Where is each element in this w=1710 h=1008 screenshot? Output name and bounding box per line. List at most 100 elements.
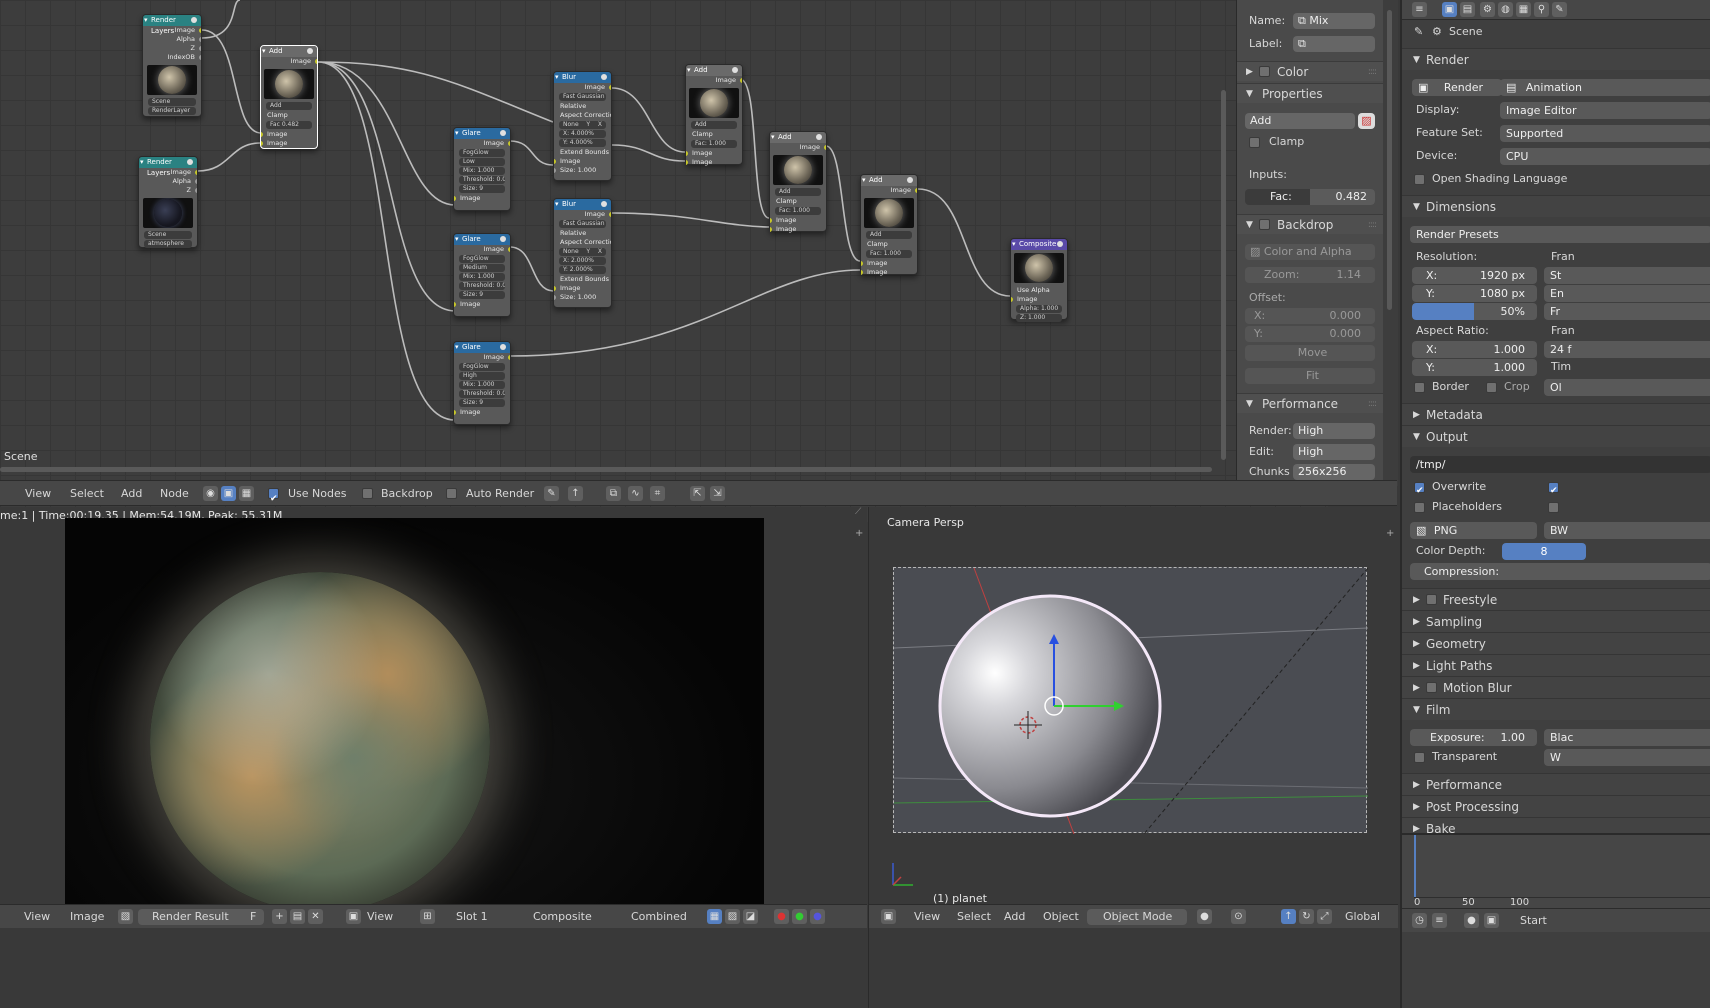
socket-input-image[interactable]: Image [554,284,611,293]
manipulator-rotate-icon[interactable]: ↻ [1299,909,1314,924]
light-paths-panel-header[interactable]: ▶ Light Paths [1402,654,1710,676]
offset-x-field[interactable]: X: 0.000 [1245,308,1375,324]
3d-viewport[interactable]: Camera Persp (1) planet ▣ View Select Ad… [868,507,1398,1008]
socket-image[interactable]: Image [143,26,201,35]
image-name-field[interactable]: Render Result [138,909,264,925]
sampling-panel-header[interactable]: ▶ Sampling [1402,610,1710,632]
feature-set-dropdown[interactable]: Supported [1500,125,1710,142]
osl-checkbox[interactable] [1414,174,1425,185]
glare-node[interactable]: Glare Image FogGlow Medium Mix: 1.000 Th… [453,233,511,317]
render-quality-dropdown[interactable]: High [1293,423,1375,439]
horizontal-scrollbar[interactable] [0,466,1215,474]
constraints-context-icon[interactable]: ⚲ [1534,2,1549,17]
device-dropdown[interactable]: CPU [1500,148,1710,165]
parent-node-tree-icon[interactable]: ↑ [568,486,583,501]
blend-mode-select[interactable]: Add [691,121,737,129]
color-mode-bw-button[interactable]: BW [1544,522,1710,539]
copy-icon[interactable]: ⧉ [606,486,621,501]
aspect-y[interactable]: Y [586,121,590,129]
blend-mode-select[interactable]: Add [266,102,312,110]
fit-button[interactable]: Fit [1245,368,1375,384]
socket-input-image[interactable]: Image [770,225,826,234]
viewport-shading-icon[interactable]: ● [1197,909,1212,924]
use-nodes-checkbox[interactable] [268,486,279,512]
snap-icon[interactable]: ∿ [628,486,643,501]
performance-panel-header[interactable]: ▶ Performance [1402,773,1710,795]
film-panel-header[interactable]: ▼ Film [1402,698,1710,720]
menu-add[interactable]: Add [1004,905,1025,929]
new-image-icon[interactable]: + [272,909,287,924]
world-context-icon[interactable]: ◍ [1498,2,1513,17]
socket-input-image[interactable]: Image [1011,295,1067,304]
image-editor[interactable]: me:1 | Time:00:19.35 | Mem:54.19M, Peak:… [0,507,867,1008]
blend-mode-select[interactable]: Add [866,231,912,239]
transform-orientation-dropdown[interactable]: Global [1345,905,1380,929]
move-button[interactable]: Move [1245,345,1375,361]
offset-y-field[interactable]: Y: 0.000 [1245,326,1375,342]
render-layers-node[interactable]: Render Layers Image Alpha Z IndexOB Scen… [142,14,202,117]
open-image-icon[interactable]: ▤ [290,909,305,924]
mix-add-node[interactable]: Add Image Add Clamp Fac: 1.000 Image Ima… [860,174,918,277]
node-editor[interactable]: Render Layers Image Alpha Z IndexOB Scen… [0,0,1328,522]
menu-object[interactable]: Object [1043,905,1079,929]
size-field[interactable]: Size: 9 [459,291,505,299]
overwrite-checkbox[interactable] [1414,480,1425,502]
view-dropdown[interactable]: View [367,905,393,929]
editor-type-icon[interactable]: ▣ [881,909,896,924]
socket-input-image[interactable]: Image [770,216,826,225]
image-editor-toolbar-toggle-icon[interactable]: + [855,528,867,540]
quality-select[interactable]: High [459,372,505,380]
mix-add-node[interactable]: Add Image Add Clamp Fac 0.482 Image Imag… [260,45,318,149]
output-path-input[interactable]: /tmp/ [1410,456,1710,473]
animation-button[interactable]: ▤ Animation [1500,79,1710,96]
time-remap-old-field[interactable]: Ol [1544,379,1710,396]
use-alpha-checkbox[interactable]: Use Alpha [1011,286,1067,295]
blend-mode-select[interactable]: Add [775,188,821,196]
socket-input-image[interactable]: Image [454,194,510,203]
object-context-icon[interactable]: ▦ [1516,2,1531,17]
socket-image[interactable]: Image [554,83,611,92]
menu-view[interactable]: View [24,905,50,929]
color-checkbox[interactable] [1259,66,1270,77]
menu-select[interactable]: Select [957,905,991,929]
node-name-input[interactable]: ⧉ Mix [1293,13,1375,29]
render-layers-context-icon[interactable]: ▤ [1460,2,1475,17]
blur-node[interactable]: Blur Image Fast Gaussian Relative Aspect… [553,71,612,181]
aspect-x[interactable]: X [598,121,602,129]
uv-display-icon[interactable]: ⊞ [420,909,435,924]
record-keyframe-icon[interactable]: ● [1464,913,1479,928]
socket-input-image[interactable]: Image [454,300,510,309]
backdrop-checkbox[interactable] [362,488,373,499]
scene-selector[interactable]: Scene [144,231,192,239]
size-y-field[interactable]: Y: 2.000% [559,266,606,274]
display-dropdown[interactable]: Image Editor [1500,102,1710,119]
socket-image[interactable]: Image [861,186,917,195]
file-extensions-checkbox[interactable] [1548,480,1559,502]
socket-input-image[interactable]: Image [861,268,917,277]
timeline-area[interactable]: 0 50 100 [1402,833,1710,908]
display-alpha-icon[interactable]: ◪ [743,909,758,924]
backdrop-channels-dropdown[interactable]: ▨ Color and Alpha [1245,244,1375,260]
socket-alpha[interactable]: Alpha [139,177,197,186]
backdrop-panel-header[interactable]: ▼ Backdrop :::: [1237,214,1384,234]
mix-add-node[interactable]: Add Image Add Clamp Fac: 1.000 Image Ima… [769,131,827,234]
size-x-field[interactable]: X: 4.000% [559,130,606,138]
red-channel-icon[interactable]: ● [774,909,789,924]
backdrop-checkbox[interactable] [1259,219,1270,230]
blue-channel-icon[interactable]: ● [810,909,825,924]
post-processing-panel-header[interactable]: ▶ Post Processing [1402,795,1710,817]
vertical-scrollbar[interactable] [1220,0,1228,470]
render-presets-dropdown[interactable]: Render Presets [1410,226,1710,243]
layer-dropdown[interactable]: Composite [533,905,592,929]
slot-dropdown[interactable]: Slot 1 [456,905,488,929]
socket-image[interactable]: Image [686,76,742,85]
border-checkbox[interactable] [1414,382,1425,393]
socket-z[interactable]: Z [139,186,197,195]
unlink-image-icon[interactable]: ✕ [308,909,323,924]
socket-alpha[interactable]: Alpha [143,35,201,44]
quality-select[interactable]: Medium [459,264,505,272]
drag-handle-icon[interactable]: :::: [1368,215,1377,235]
zoom-field[interactable]: Zoom: 1.14 [1245,267,1375,283]
placeholders-checkbox[interactable] [1414,502,1425,513]
layer-selector[interactable]: RenderLayer [148,107,196,115]
